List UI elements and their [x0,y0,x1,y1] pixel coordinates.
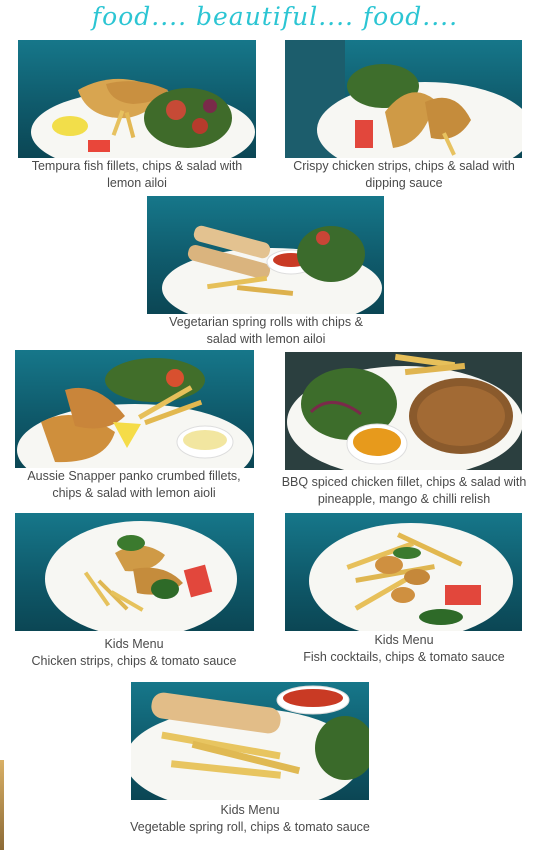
caption-line-1: BBQ spiced chicken fillet, chips & salad… [281,475,527,489]
caption-line-1: Vegetarian spring rolls with chips & [169,315,363,329]
caption-line-2: lemon ailoi [107,176,167,190]
dish-caption: Vegetarian spring rolls with chips & sal… [138,314,394,348]
kids-chicken-photo [15,513,254,631]
caption-line-1: Crispy chicken strips, chips & salad wit… [293,159,515,173]
caption-line-2: Vegetable spring roll, chips & tomato sa… [130,820,370,834]
caption-line-1: Aussie Snapper panko crumbed fillets, [27,469,241,483]
spring-rolls-photo [147,196,384,314]
bbq-chicken-photo [285,352,522,470]
caption-line-2: chips & salad with lemon aioli [52,486,216,500]
dish-caption: Tempura fish fillets, chips & salad with… [10,158,264,192]
caption-line-2: salad with lemon ailoi [206,332,326,346]
dish-caption: Aussie Snapper panko crumbed fillets, ch… [6,468,262,502]
caption-line-1: Kids Menu [104,637,164,651]
caption-line-1: Tempura fish fillets, chips & salad with [31,159,243,173]
caption-line-2: dipping sauce [365,176,443,190]
caption-line-1: Kids Menu [374,633,434,647]
dish-caption: Kids Menu Vegetable spring roll, chips &… [110,802,390,836]
snapper-photo [15,350,254,468]
caption-line-1: Kids Menu [220,803,280,817]
dish-caption: Kids Menu Chicken strips, chips & tomato… [6,636,262,670]
tempura-fish-photo [18,40,256,158]
dish-caption: Crispy chicken strips, chips & salad wit… [276,158,532,192]
caption-line-2: Chicken strips, chips & tomato sauce [31,654,237,668]
page-title: food.... beautiful.... food.... [91,2,459,31]
edge-photo-strip [0,760,4,850]
chicken-strips-photo [285,40,522,158]
caption-line-2: Fish cocktails, chips & tomato sauce [303,650,505,664]
dish-caption: BBQ spiced chicken fillet, chips & salad… [276,474,532,508]
kids-fish-photo [285,513,522,631]
caption-line-2: pineapple, mango & chilli relish [317,492,491,506]
kids-spring-roll-photo [131,682,369,800]
dish-caption: Kids Menu Fish cocktails, chips & tomato… [276,632,532,666]
